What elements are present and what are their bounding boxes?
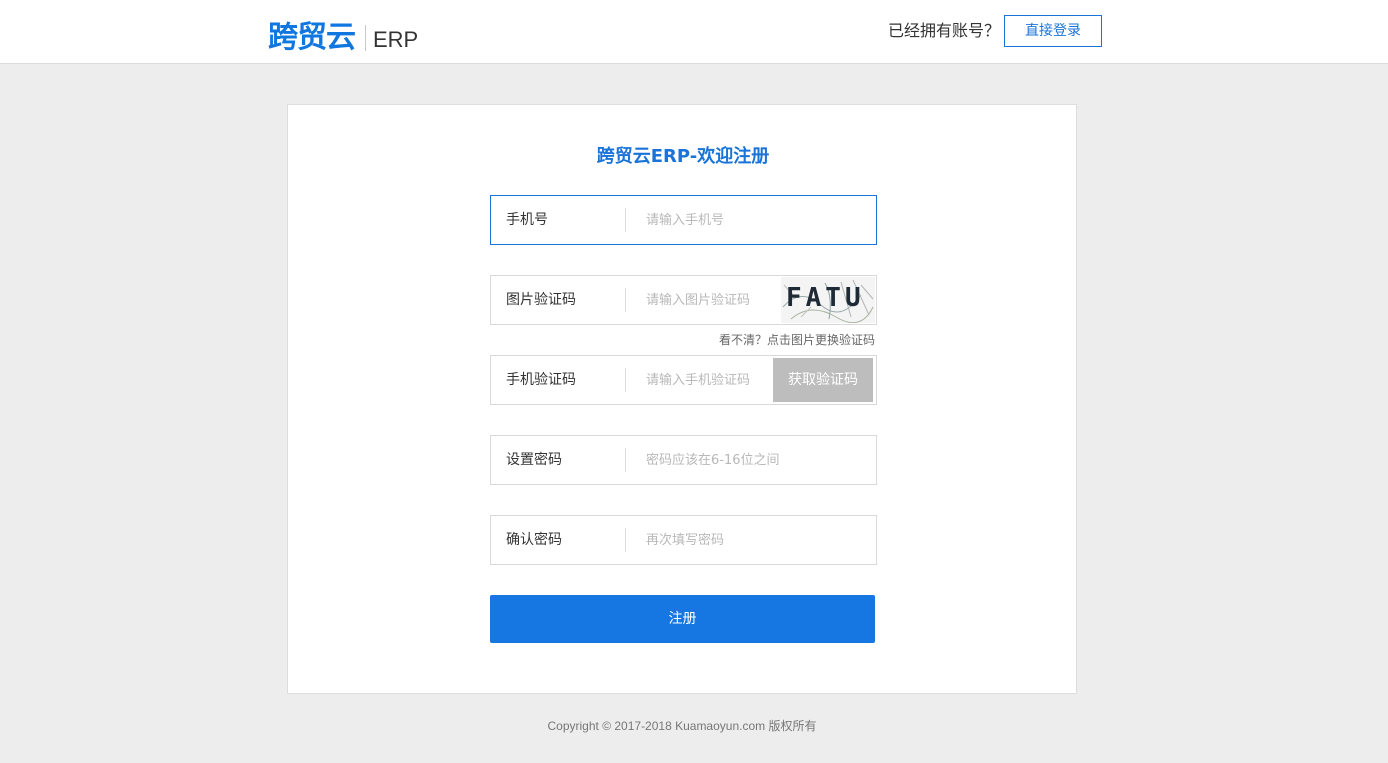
field-divider bbox=[625, 208, 626, 232]
captcha-text: FATU bbox=[786, 283, 865, 313]
sms-code-label: 手机验证码 bbox=[506, 372, 576, 388]
login-button[interactable]: 直接登录 bbox=[1004, 15, 1102, 47]
phone-input[interactable] bbox=[646, 196, 846, 244]
phone-field[interactable]: 手机号 bbox=[490, 195, 877, 245]
password-field[interactable]: 设置密码 bbox=[490, 435, 877, 485]
logo-mark: 跨贸云 bbox=[268, 20, 356, 55]
register-card: 跨贸云ERP-欢迎注册 手机号 图片验证码 FATU 看不清？点击图片更换验证码… bbox=[287, 104, 1077, 694]
sms-code-input[interactable] bbox=[646, 356, 766, 404]
password-label: 设置密码 bbox=[506, 452, 562, 468]
logo-text: ERP bbox=[373, 27, 419, 52]
field-divider bbox=[625, 288, 626, 312]
get-sms-code-button[interactable]: 获取验证码 bbox=[773, 358, 873, 402]
captcha-refresh-hint[interactable]: 看不清？点击图片更换验证码 bbox=[719, 332, 875, 348]
field-divider bbox=[625, 528, 626, 552]
copyright: Copyright © 2017-2018 Kuamaoyun.com 版权所有 bbox=[547, 719, 817, 733]
field-divider bbox=[625, 368, 626, 392]
image-code-label: 图片验证码 bbox=[506, 292, 576, 308]
confirm-password-field[interactable]: 确认密码 bbox=[490, 515, 877, 565]
confirm-password-input[interactable] bbox=[646, 516, 846, 564]
image-code-input[interactable] bbox=[646, 276, 796, 324]
logo[interactable]: 跨贸云 ERP bbox=[268, 20, 418, 56]
captcha-image[interactable]: FATU bbox=[781, 277, 875, 323]
logo-divider bbox=[365, 25, 366, 51]
register-button[interactable]: 注册 bbox=[490, 595, 875, 643]
page-title: 跨贸云ERP-欢迎注册 bbox=[596, 146, 770, 167]
top-bar: 跨贸云 ERP 已经拥有账号？ 直接登录 bbox=[0, 0, 1388, 64]
have-account-text: 已经拥有账号？ bbox=[888, 21, 1001, 40]
field-divider bbox=[625, 448, 626, 472]
password-input[interactable] bbox=[646, 436, 846, 484]
confirm-password-label: 确认密码 bbox=[506, 532, 562, 548]
sms-code-field[interactable]: 手机验证码 获取验证码 bbox=[490, 355, 877, 405]
image-code-field[interactable]: 图片验证码 FATU bbox=[490, 275, 877, 325]
phone-label: 手机号 bbox=[506, 212, 548, 228]
